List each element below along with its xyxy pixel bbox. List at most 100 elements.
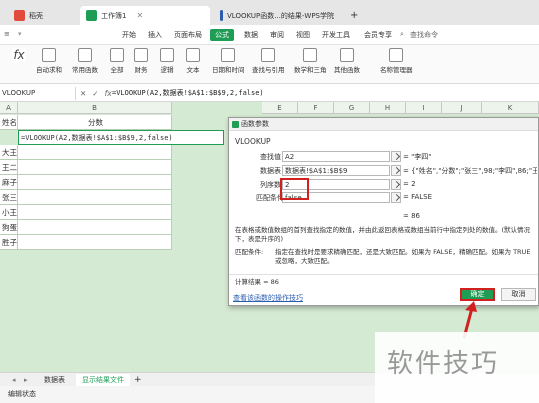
column-header-i[interactable]: I xyxy=(406,102,442,114)
collapse-dialog-icon[interactable] xyxy=(391,165,401,176)
menu-review[interactable]: 审阅 xyxy=(270,30,284,40)
ribbon-logic[interactable]: 逻辑 xyxy=(160,48,174,74)
lookup-icon xyxy=(261,48,276,62)
param-result-table: = {"姓名","分数";"张三",98;"李四",86;"王二... xyxy=(403,167,537,175)
formula-ribbon: fx 自动求和 常用函数 全部 财务 逻辑 文本 日期和时间 查找与引用 数学和… xyxy=(0,45,539,84)
column-header-b[interactable]: B xyxy=(18,102,172,114)
cell-name[interactable]: 狗蛋 xyxy=(0,220,18,235)
formula-input[interactable]: =VLOOKUP(A2,数据表!$A$1:$B$9,2,false) xyxy=(112,87,264,100)
cell-score[interactable] xyxy=(18,220,172,235)
sheet-tab-result[interactable]: 显示结果文件 xyxy=(76,374,130,386)
param-result-lookup: = "李四" xyxy=(403,153,432,161)
tab-wps-academy[interactable]: VLOOKUP函数...的结果-WPS学院 xyxy=(214,6,340,25)
help-link[interactable]: 查看该函数的操作技巧 xyxy=(233,293,303,303)
collapse-dialog-icon[interactable] xyxy=(391,179,401,190)
ribbon-autosum[interactable]: 自动求和 xyxy=(36,48,62,74)
cancel-button[interactable]: 取消 xyxy=(501,288,536,301)
daoke-icon xyxy=(14,10,25,21)
cell-name[interactable]: 王二 xyxy=(0,160,18,175)
ribbon-lookup[interactable]: 查找与引用 xyxy=(252,48,285,74)
cell-score[interactable] xyxy=(18,145,172,160)
finance-icon xyxy=(134,48,148,62)
cell-name[interactable]: 麻子 xyxy=(0,175,18,190)
ribbon-other[interactable]: 其他函数 xyxy=(334,48,360,74)
tab-workbook[interactable]: 工作簿1 ✕ xyxy=(80,6,210,25)
cell-name[interactable]: 胜子 xyxy=(0,235,18,250)
status-text: 编辑状态 xyxy=(8,390,36,398)
cell-name[interactable]: 大王 xyxy=(0,145,18,160)
cell-score[interactable] xyxy=(18,205,172,220)
search-command[interactable]: 查找命令 xyxy=(410,30,438,40)
ribbon-fx-button[interactable]: fx xyxy=(12,48,26,64)
cell-score[interactable] xyxy=(18,190,172,205)
tab-label: VLOOKUP函数...的结果-WPS学院 xyxy=(227,11,334,20)
ribbon-name-manager[interactable]: 名称管理器 xyxy=(380,48,413,74)
column-header-g[interactable]: G xyxy=(334,102,370,114)
cell-name[interactable]: 张三 xyxy=(0,190,18,205)
close-icon[interactable]: ✕ xyxy=(136,11,143,20)
menu-page-layout[interactable]: 页面布局 xyxy=(174,30,202,40)
sheet-tab-data[interactable]: 数据表 xyxy=(38,374,71,386)
menu-bar: ≡ ▾ 开始 插入 页面布局 公式 数据 审阅 视图 开发工具 会员专享 ⌕ 查… xyxy=(0,25,539,45)
cancel-icon[interactable]: ✕ xyxy=(80,87,86,100)
param-input-lookup[interactable]: A2 xyxy=(282,151,390,162)
formula-bar: VLOOKUP ✕ ✓ fx =VLOOKUP(A2,数据表!$A$1:$B$9… xyxy=(0,86,539,102)
menu-member[interactable]: 会员专享 xyxy=(364,30,392,40)
param-input-table[interactable]: 数据表!$A$1:$B$9 xyxy=(282,165,390,176)
column-header-k[interactable]: K xyxy=(482,102,539,114)
text-icon xyxy=(186,48,200,62)
hamburger-icon[interactable]: ≡ xyxy=(4,30,10,38)
tab-label: 工作簿1 xyxy=(101,11,127,20)
column-header-e[interactable]: E xyxy=(262,102,298,114)
ribbon-text[interactable]: 文本 xyxy=(186,48,200,74)
file-menu-icon[interactable]: ▾ xyxy=(18,30,22,38)
ribbon-datetime[interactable]: 日期和时间 xyxy=(212,48,245,74)
summary-result: = 86 xyxy=(403,212,420,220)
star-icon xyxy=(78,48,92,62)
highlight-box xyxy=(280,178,309,200)
cell-b1[interactable]: 分数 xyxy=(18,115,172,130)
sum-icon xyxy=(42,48,56,62)
tab-daoke[interactable]: 稻壳 xyxy=(8,6,49,25)
cell-score[interactable] xyxy=(18,175,172,190)
column-header-f[interactable]: F xyxy=(298,102,334,114)
menu-view[interactable]: 视图 xyxy=(296,30,310,40)
editing-cell-b2[interactable]: =VLOOKUP(A2,数据表!$A$1:$B$9,2,false) xyxy=(18,130,224,145)
param-help-label: 匹配条件: xyxy=(235,248,264,256)
column-header-h[interactable]: H xyxy=(370,102,406,114)
ribbon-common-functions[interactable]: 常用函数 xyxy=(72,48,98,74)
name-box[interactable]: VLOOKUP xyxy=(0,87,76,100)
search-icon[interactable]: ⌕ xyxy=(400,30,404,39)
column-header-j[interactable]: J xyxy=(442,102,482,114)
cell-a1[interactable]: 姓名 xyxy=(0,115,18,130)
param-label-column: 列序数 xyxy=(260,181,281,189)
collapse-dialog-icon[interactable] xyxy=(391,192,401,203)
ribbon-math[interactable]: 数学和三角 xyxy=(294,48,327,74)
column-header-a[interactable]: A xyxy=(0,102,18,114)
add-sheet-button[interactable]: + xyxy=(128,374,148,386)
spreadsheet-icon xyxy=(86,10,97,21)
calendar-icon xyxy=(221,48,236,62)
fx-icon[interactable]: fx xyxy=(105,87,112,100)
collapse-dialog-icon[interactable] xyxy=(391,151,401,162)
menu-developer[interactable]: 开发工具 xyxy=(322,30,350,40)
cell-score[interactable] xyxy=(18,160,172,175)
list-icon xyxy=(110,48,124,62)
new-tab-button[interactable]: + xyxy=(344,6,364,25)
cell-score[interactable] xyxy=(18,235,172,250)
ribbon-all[interactable]: 全部 xyxy=(110,48,124,74)
confirm-icon[interactable]: ✓ xyxy=(92,87,98,100)
menu-start[interactable]: 开始 xyxy=(122,30,136,40)
menu-formula[interactable]: 公式 xyxy=(210,29,234,41)
logic-icon xyxy=(160,48,174,62)
sheet-nav-next-icon[interactable]: ▸ xyxy=(18,374,34,386)
watermark-text: 软件技巧 xyxy=(387,349,500,379)
function-name: VLOOKUP xyxy=(235,137,271,146)
menu-insert[interactable]: 插入 xyxy=(148,30,162,40)
menu-data[interactable]: 数据 xyxy=(244,30,258,40)
cell-name[interactable]: 小王 xyxy=(0,205,18,220)
dialog-titlebar[interactable]: 函数参数 xyxy=(229,118,538,131)
formula-bar-icons: ✕ ✓ fx xyxy=(80,87,112,100)
ribbon-finance[interactable]: 财务 xyxy=(134,48,148,74)
param-result-column: = 2 xyxy=(403,180,416,188)
